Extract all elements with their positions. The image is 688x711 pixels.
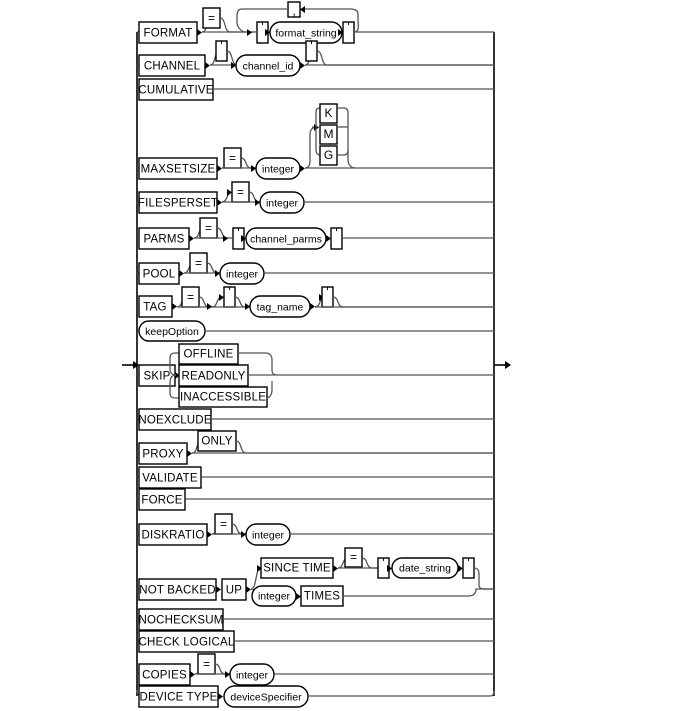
notbackedup-times-label: TIMES — [304, 591, 340, 603]
diskratio-integer-label: integer — [252, 529, 285, 541]
row-filesperset[interactable]: FILESPERSET = integer — [137, 181, 494, 214]
notbackedup-keyword-label: NOT BACKED — [139, 585, 216, 597]
filesperset-equals-label: = — [237, 185, 244, 199]
skip-inaccessible-label: INACCESSIBLE — [180, 392, 266, 404]
row-channel[interactable]: CHANNEL ' channel_id ' — [137, 39, 494, 77]
row-pool[interactable]: POOL = integer — [137, 252, 494, 285]
format-string-label: format_string — [275, 27, 336, 39]
format-keyword-label: FORMAT — [144, 28, 193, 40]
notbackedup-up-label: UP — [226, 585, 243, 597]
since-time-label: SINCE TIME — [263, 563, 331, 575]
skip-keyword-label: SKIP — [143, 371, 170, 383]
copies-keyword-label: COPIES — [142, 670, 187, 682]
row-maxsetsize[interactable]: MAXSETSIZE = integer K M G — [137, 103, 494, 180]
row-parms[interactable]: PARMS = ' channel_parms ' — [137, 217, 494, 250]
format-repeat-comma-label: , — [292, 4, 295, 18]
row-keepoption[interactable]: keepOption — [137, 320, 494, 342]
copies-equals-label: = — [203, 657, 210, 671]
since-time-equals-label: = — [350, 550, 357, 564]
row-tag[interactable]: TAG = ' tag_name ' — [137, 285, 494, 318]
date-open-quote-label: ' — [382, 556, 384, 570]
tag-open-quote-label: ' — [228, 285, 230, 299]
tag-close-quote-label: ' — [326, 285, 328, 299]
channel-open-quote-label: ' — [220, 39, 222, 53]
pool-equals-label: = — [195, 256, 202, 270]
parms-channel-parms-label: channel_parms — [250, 233, 322, 245]
pool-keyword-label: POOL — [143, 269, 176, 281]
diskratio-equals-label: = — [220, 517, 227, 531]
copies-integer-label: integer — [236, 669, 269, 681]
row-copies[interactable]: COPIES = integer — [137, 653, 494, 686]
devicetype-keyword-label: DEVICE TYPE — [139, 692, 217, 704]
parms-keyword-label: PARMS — [143, 234, 184, 246]
validate-keyword-label: VALIDATE — [142, 473, 198, 485]
skip-offline-label: OFFLINE — [184, 349, 234, 361]
row-skip[interactable]: SKIP OFFLINE READONLY INACCESSIBLE — [137, 343, 494, 408]
railroad-diagram-svg: FORMAT = ' format_string ' , CHANNEL ' c… — [122, 1, 511, 708]
row-nochecksum[interactable]: NOCHECKSUM — [137, 608, 494, 631]
format-open-quote-label: ' — [261, 20, 263, 34]
format-equals-label: = — [208, 11, 215, 25]
parms-close-quote-label: ' — [335, 226, 337, 240]
tag-keyword-label: TAG — [143, 302, 166, 314]
noexclude-keyword-label: NOEXCLUDE — [138, 415, 212, 427]
maxsetsize-integer-label: integer — [262, 163, 295, 175]
row-force[interactable]: FORCE — [137, 488, 494, 511]
pool-integer-label: integer — [226, 268, 259, 280]
force-keyword-label: FORCE — [141, 495, 182, 507]
format-close-quote-label: ' — [347, 20, 349, 34]
filesperset-integer-label: integer — [266, 197, 299, 209]
skip-readonly-label: READONLY — [181, 371, 245, 383]
filesperset-keyword-label: FILESPERSET — [138, 198, 218, 210]
row-device-type[interactable]: DEVICE TYPE deviceSpecifier — [136, 685, 495, 708]
device-specifier-label: deviceSpecifier — [230, 691, 302, 703]
nochecksum-keyword-label: NOCHECKSUM — [138, 615, 223, 627]
notbackedup-integer-label: integer — [258, 590, 291, 602]
date-string-label: date_string — [399, 562, 451, 574]
cumulative-keyword-label: CUMULATIVE — [138, 85, 213, 97]
syntax-diagram-canvas: FORMAT = ' format_string ' , CHANNEL ' c… — [0, 0, 688, 711]
row-check-logical[interactable]: CHECK LOGICAL — [137, 630, 494, 653]
maxsetsize-unit-k-label: K — [324, 106, 332, 120]
checklogical-keyword-label: CHECK LOGICAL — [139, 637, 235, 649]
channel-id-label: channel_id — [243, 60, 294, 72]
parms-equals-label: = — [205, 221, 212, 235]
proxy-keyword-label: PROXY — [142, 449, 183, 461]
row-validate[interactable]: VALIDATE — [137, 466, 494, 489]
diskratio-keyword-label: DISKRATIO — [142, 530, 205, 542]
channel-keyword-label: CHANNEL — [144, 61, 201, 73]
row-format[interactable]: FORMAT = ' format_string ' , — [137, 1, 494, 44]
tag-name-label: tag_name — [257, 301, 304, 313]
proxy-only-label: ONLY — [201, 436, 232, 448]
maxsetsize-unit-m-label: M — [324, 127, 334, 141]
channel-close-quote-label: ' — [310, 39, 312, 53]
maxsetsize-equals-label: = — [229, 151, 236, 165]
exit-arrow-icon — [494, 361, 511, 369]
maxsetsize-unit-g-label: G — [324, 148, 333, 162]
row-proxy[interactable]: PROXY ONLY — [137, 430, 494, 465]
row-cumulative[interactable]: CUMULATIVE — [137, 78, 494, 101]
row-not-backed-up[interactable]: NOT BACKED UP SINCE TIME = ' date_string… — [137, 547, 494, 607]
maxsetsize-keyword-label: MAXSETSIZE — [141, 164, 216, 176]
date-close-quote-label: ' — [467, 556, 469, 570]
row-noexclude[interactable]: NOEXCLUDE — [137, 408, 494, 431]
parms-open-quote-label: ' — [237, 226, 239, 240]
tag-equals-label: = — [187, 290, 194, 304]
row-diskratio[interactable]: DISKRATIO = integer — [137, 513, 494, 546]
keepoption-label: keepOption — [145, 326, 199, 338]
